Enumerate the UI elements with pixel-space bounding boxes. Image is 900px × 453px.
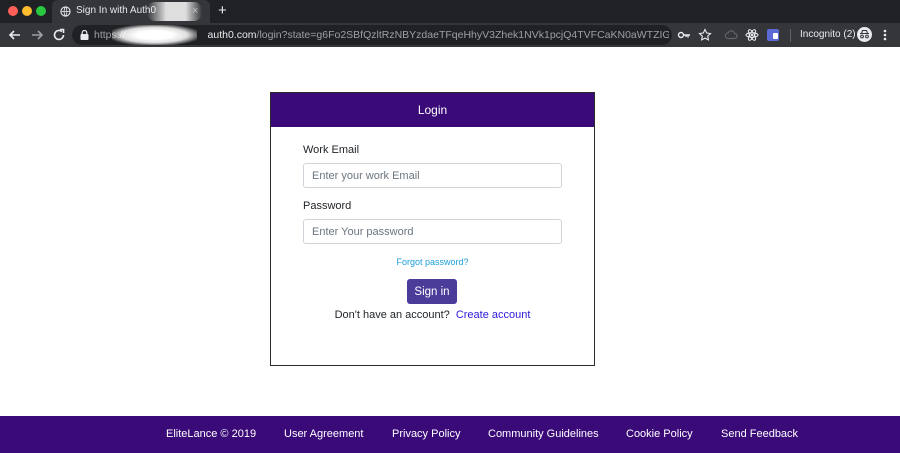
address-bar[interactable]: https://auth0.com/login?state=g6Fo2SBfQz… <box>72 25 672 45</box>
incognito-label[interactable]: Incognito (2) <box>800 29 856 40</box>
redaction-blur <box>112 25 197 45</box>
create-account-link[interactable]: Create account <box>456 309 531 321</box>
key-icon[interactable] <box>677 28 691 42</box>
password-label: Password <box>303 200 352 212</box>
site-footer: EliteLance © 2019 User Agreement Privacy… <box>0 416 900 453</box>
footer-link-cookie-policy[interactable]: Cookie Policy <box>626 428 693 440</box>
browser-tab-bar: Sign In with Auth0 × + <box>0 0 900 23</box>
footer-link-community-guidelines[interactable]: Community Guidelines <box>488 428 599 440</box>
tab-close-icon[interactable]: × <box>192 4 198 18</box>
no-account-text: Don't have an account? <box>334 309 450 321</box>
back-arrow-icon[interactable] <box>6 26 24 44</box>
lock-icon <box>80 30 89 40</box>
footer-link-privacy-policy[interactable]: Privacy Policy <box>392 428 460 440</box>
signup-prompt: Don't have an account? Create account <box>271 309 594 321</box>
email-field[interactable] <box>303 163 562 188</box>
close-window-button[interactable] <box>8 6 18 16</box>
forward-arrow-icon[interactable] <box>28 26 46 44</box>
browser-toolbar: https://auth0.com/login?state=g6Fo2SBfQz… <box>0 23 900 47</box>
maximize-window-button[interactable] <box>36 6 46 16</box>
translate-extension-icon[interactable] <box>766 28 780 42</box>
forgot-password-row: Forgot password? <box>271 257 594 267</box>
url-host: auth0.com <box>207 29 257 41</box>
url-path: /login?state=g6Fo2SBfQzltRzNBYzdaeTFqeHh… <box>256 29 669 41</box>
forgot-password-link[interactable]: Forgot password? <box>396 257 468 267</box>
login-header: Login <box>271 93 594 127</box>
cloud-extension-icon[interactable] <box>724 28 738 42</box>
reload-icon[interactable] <box>50 26 68 44</box>
password-field[interactable] <box>303 219 562 244</box>
login-card: Login Work Email Password Forgot passwor… <box>270 92 595 366</box>
kebab-menu-icon[interactable] <box>880 27 890 43</box>
incognito-glyph-icon <box>860 29 869 39</box>
sign-in-button[interactable]: Sign in <box>407 279 457 304</box>
globe-icon <box>60 6 71 17</box>
footer-link-user-agreement[interactable]: User Agreement <box>284 428 363 440</box>
new-tab-button[interactable]: + <box>218 2 227 20</box>
star-icon[interactable] <box>698 28 712 42</box>
react-devtools-icon[interactable] <box>745 28 759 42</box>
browser-tab[interactable]: Sign In with Auth0 × <box>52 0 210 23</box>
copyright-text: EliteLance © 2019 <box>166 428 257 440</box>
incognito-icon[interactable] <box>857 27 872 42</box>
minimize-window-button[interactable] <box>22 6 32 16</box>
footer-link-send-feedback[interactable]: Send Feedback <box>721 428 798 440</box>
toolbar-divider <box>790 29 791 42</box>
email-label: Work Email <box>303 144 360 156</box>
